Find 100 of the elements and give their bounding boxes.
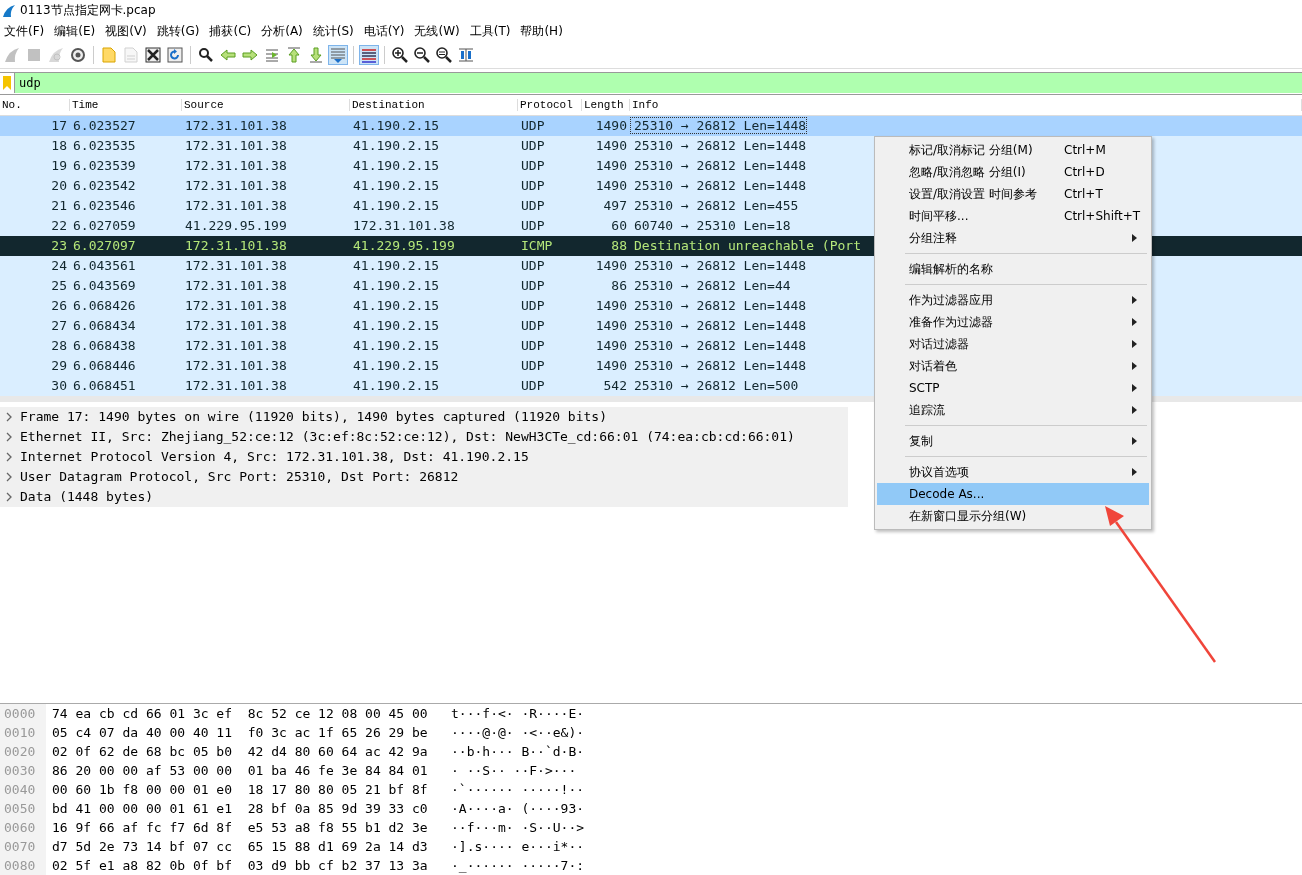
ascii-text: · ··S·· ··F·>···: [451, 763, 578, 779]
expand-caret-icon[interactable]: [4, 411, 14, 422]
reload-button[interactable]: [165, 45, 185, 65]
table-cell-text: 6.027059: [72, 218, 137, 234]
resize-columns-button[interactable]: [456, 45, 476, 65]
table-cell: 25310 → 26812 Len=1448: [630, 117, 808, 135]
table-cell-text: 6.023535: [72, 138, 137, 154]
table-cell-text: UDP: [520, 218, 546, 234]
offset: 0050: [0, 799, 46, 819]
menu-item[interactable]: 在新窗口显示分组(W): [877, 505, 1149, 527]
table-cell-text: 25310 → 26812 Len=1448: [633, 257, 808, 275]
table-cell-text: 1490: [594, 118, 628, 134]
zoom-reset-button[interactable]: [434, 45, 454, 65]
menu-item[interactable]: 捕获(C): [207, 23, 260, 41]
table-cell-text: 1490: [594, 178, 628, 194]
table-cell-text: 23: [50, 238, 68, 254]
table-cell-text: UDP: [520, 358, 546, 374]
table-cell-text: 25310 → 26812 Len=500: [633, 377, 800, 395]
table-cell-text: 25310 → 26812 Len=1448: [633, 357, 808, 375]
table-cell-text: 41.190.2.15: [352, 158, 441, 174]
colored-lines-button[interactable]: [359, 45, 379, 65]
ascii-text: ·].s···· e···i*··: [451, 839, 586, 855]
column-header[interactable]: Source: [182, 99, 350, 112]
expand-caret-icon[interactable]: [4, 451, 14, 462]
menu-item[interactable]: 对话过滤器: [877, 333, 1149, 355]
hex-bytes: 00 60 1b f8 00 00 01 e0 18 17 80 80 05 21 bf 8f: [51, 782, 429, 798]
ascii-text: ··f···m· ·S··U··>: [451, 820, 586, 836]
table-cell-text: 172.31.101.38: [184, 138, 288, 154]
offset: 0030: [0, 761, 46, 781]
table-cell-text: 41.190.2.15: [352, 198, 441, 214]
menu-item[interactable]: 协议首选项: [877, 461, 1149, 483]
table-cell-text: 6.023542: [72, 178, 137, 194]
table-cell-text: 19: [50, 158, 68, 174]
table-cell-text: 25310 → 26812 Len=1448: [633, 137, 808, 155]
hex-bytes: d7 5d 2e 73 14 bf 07 cc 65 15 88 d1 69 2a 14 d3: [51, 839, 429, 855]
column-header[interactable]: Time: [70, 99, 182, 112]
table-cell-text: 25310 → 26812 Len=1448: [633, 317, 808, 335]
table-cell-text: 25310 → 26812 Len=455: [633, 197, 800, 215]
table-cell-text: 41.190.2.15: [352, 358, 441, 374]
table-cell-text: 27: [50, 318, 68, 334]
packet-row[interactable]: 17 6.023527 172.31.101.38 41.190.2.15 UDP 1490 25310 → 26812 Len=1448: [0, 115, 1302, 136]
table-cell-text: 1490: [594, 138, 628, 154]
menu-item[interactable]: 分析(A): [259, 23, 311, 41]
menu-item[interactable]: 跳转(G): [154, 23, 208, 41]
expand-caret-icon[interactable]: [4, 471, 14, 482]
table-cell-text: 172.31.101.38: [184, 198, 288, 214]
menu-item[interactable]: 对话着色: [877, 355, 1149, 377]
table-cell-text: 6.023539: [72, 158, 137, 174]
menu-item[interactable]: 统计(S): [310, 23, 362, 41]
filter-field[interactable]: udp: [14, 73, 1302, 94]
column-header[interactable]: Length: [582, 99, 630, 112]
table-cell-text: 6.023527: [72, 118, 137, 134]
autoscroll-button[interactable]: [328, 45, 348, 65]
menu-item[interactable]: 帮助(H): [518, 23, 571, 41]
table-cell-text: 172.31.101.38: [184, 238, 288, 254]
table-cell-text: 41.190.2.15: [352, 318, 441, 334]
table-cell-text: 6.027097: [72, 238, 137, 254]
table-cell-text: 6.068451: [72, 378, 137, 394]
zoom-out-button[interactable]: [412, 45, 432, 65]
menu-item[interactable]: 追踪流: [877, 399, 1149, 421]
column-header[interactable]: No.: [0, 99, 70, 112]
table-cell-text: 6.068446: [72, 358, 137, 374]
table-cell-text: 25310 → 26812 Len=1448: [633, 157, 808, 175]
expand-caret-icon[interactable]: [4, 431, 14, 442]
expand-caret-icon[interactable]: [4, 491, 14, 502]
menu-item[interactable]: 复制: [877, 430, 1149, 452]
menu-item[interactable]: 工具(T): [467, 23, 519, 41]
menu-item[interactable]: 无线(W): [412, 23, 468, 41]
menu-item[interactable]: 编辑(E): [52, 23, 104, 41]
column-header[interactable]: Info: [630, 99, 1302, 112]
menu-item[interactable]: 视图(V): [103, 23, 155, 41]
table-cell-text: 172.31.101.38: [184, 378, 288, 394]
column-header[interactable]: Protocol: [518, 99, 582, 112]
table-cell-text: 6.043561: [72, 258, 137, 274]
hex-bytes: 86 20 00 00 af 53 00 00 01 ba 46 fe 3e 84 84 01: [51, 763, 429, 779]
table-cell-text: 25310 → 26812 Len=1448: [633, 337, 808, 355]
close-button[interactable]: [143, 45, 163, 65]
table-cell-text: 17: [50, 118, 68, 134]
table-cell-text: Destination unreachable (Port: [633, 237, 862, 255]
offset: 0040: [0, 780, 46, 800]
table-cell-text: 1490: [594, 158, 628, 174]
menu-item[interactable]: 电话(Y): [361, 23, 413, 41]
table-cell-text: ICMP: [520, 238, 554, 254]
hex-bytes: 74 ea cb cd 66 01 3c ef 8c 52 ce 12 08 00 45 00: [51, 706, 429, 722]
table-cell-text: 41.229.95.199: [352, 238, 456, 254]
table-cell-text: 41.190.2.15: [352, 258, 441, 274]
column-header[interactable]: Destination: [350, 99, 518, 112]
menu-item[interactable]: Decode As...: [877, 483, 1149, 505]
gear-button[interactable]: [68, 45, 88, 65]
menu-item[interactable]: 文件(F): [2, 23, 53, 41]
table-cell-text: 28: [50, 338, 68, 354]
hex-bytes: 02 0f 62 de 68 bc 05 b0 42 d4 80 60 64 ac 42 9a: [51, 744, 429, 760]
table-cell-text: 20: [50, 178, 68, 194]
table-cell-text: 41.190.2.15: [352, 298, 441, 314]
table-cell-text: 172.31.101.38: [184, 318, 288, 334]
tree-item[interactable]: Data (1448 bytes): [20, 489, 154, 505]
menu-item[interactable]: SCTP: [877, 377, 1149, 399]
zoom-in-button[interactable]: [390, 45, 410, 65]
table-cell-text: 172.31.101.38: [184, 158, 288, 174]
table-cell-text: 1490: [594, 298, 628, 314]
